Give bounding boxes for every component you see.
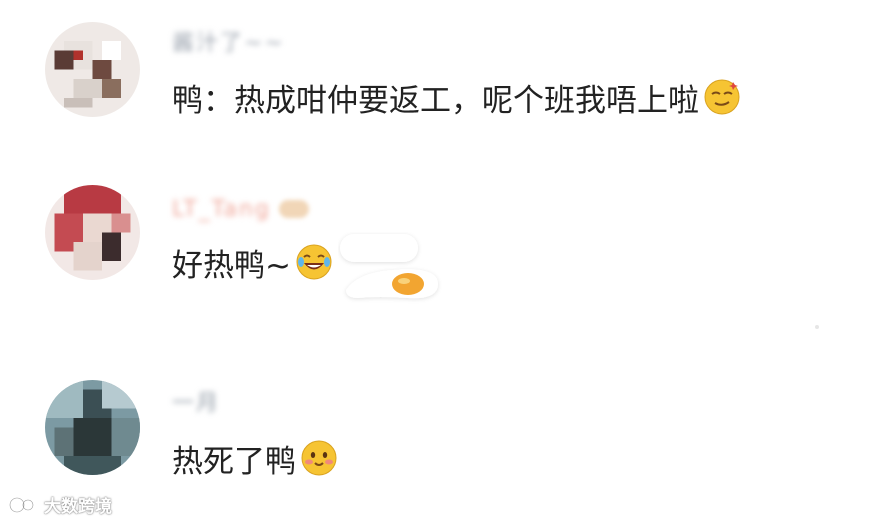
comment-text: 热死了鸭 xyxy=(172,443,296,480)
comment-text: 鸭：热成咁仲要返工，呢个班我唔上啦 xyxy=(172,82,699,119)
fried-egg-sticker-icon xyxy=(340,234,438,299)
username[interactable]: 酱汁了~~ xyxy=(172,28,285,56)
username-text: 一月 xyxy=(172,391,221,416)
username-text: 酱汁了~~ xyxy=(172,31,285,56)
watermark: 大数跨境 xyxy=(8,492,112,517)
comment-text-line: 热死了鸭 xyxy=(172,436,338,480)
smirk-sweat-emoji-icon xyxy=(703,78,741,116)
comment-text-line: 鸭：热成咁仲要返工，呢个班我唔上啦 xyxy=(172,75,741,119)
comment-text-line: 好热鸭~ xyxy=(172,240,333,284)
divider-dot xyxy=(815,325,819,329)
username-text: LT_Tang xyxy=(172,196,271,222)
user-avatar[interactable] xyxy=(45,380,140,475)
username[interactable]: 一月 xyxy=(172,388,221,416)
avatar-image xyxy=(45,185,140,280)
user-avatar[interactable] xyxy=(45,22,140,117)
watermark-logo-icon xyxy=(8,496,35,513)
user-badge-icon xyxy=(278,200,309,218)
avatar-image xyxy=(45,380,140,475)
laugh-cry-emoji-icon xyxy=(295,243,333,281)
comment-text: 好热鸭~ xyxy=(172,247,291,284)
blush-emoji-icon xyxy=(300,439,338,477)
watermark-text: 大数跨境 xyxy=(44,497,112,517)
avatar-image xyxy=(45,22,140,117)
user-avatar[interactable] xyxy=(45,185,140,280)
username[interactable]: LT_Tang xyxy=(172,196,309,222)
